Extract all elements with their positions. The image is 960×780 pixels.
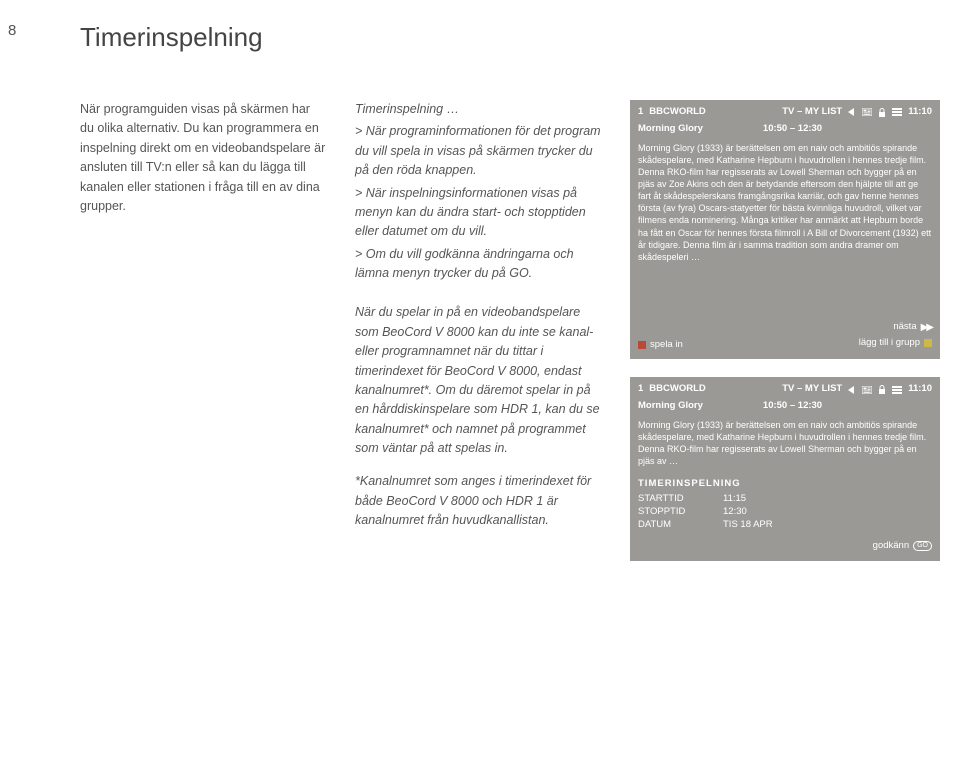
panel-header: 1 BBCWORLD TV – MY LIST 11:10	[638, 383, 932, 396]
panel-header: 1 BBCWORLD TV – MY LIST 11:10	[638, 106, 932, 119]
timer-title: TIMERINSPELNING	[638, 478, 932, 491]
timer-key: STOPPTID	[638, 506, 723, 519]
record-action[interactable]: spela in	[638, 339, 683, 352]
panel-actions: spela in nästa ▶▶ lägg till i grupp	[638, 321, 932, 351]
footnote-text: *Kanalnumret som anges i timerindexet fö…	[355, 472, 602, 530]
channel-name: BBCWORLD	[649, 106, 705, 119]
clock: 11:10	[908, 383, 932, 396]
timer-row-stop[interactable]: STOPPTID 12:30	[638, 506, 932, 519]
note-text: När du spelar in på en videobandspelare …	[355, 303, 602, 458]
program-line: Morning Glory 10:50 – 12:30	[638, 123, 932, 136]
add-group-label: lägg till i grupp	[859, 337, 920, 350]
list-label: TV – MY LIST	[782, 106, 842, 119]
column-screens: 1 BBCWORLD TV – MY LIST 11:10	[630, 100, 940, 579]
page-title: Timerinspelning	[80, 22, 263, 53]
instruction-2: > När inspelningsinformationen visas på …	[355, 184, 602, 242]
tv-screen-program-info: 1 BBCWORLD TV – MY LIST 11:10	[630, 100, 940, 359]
timer-value: TIS 18 APR	[723, 519, 773, 532]
timer-key: STARTTID	[638, 493, 723, 506]
list-icon	[892, 386, 902, 394]
add-to-group-action[interactable]: lägg till i grupp	[859, 337, 932, 350]
intro-text: När programguiden visas på skärmen har d…	[80, 100, 327, 216]
program-name: Morning Glory	[638, 400, 703, 413]
timer-block: TIMERINSPELNING STARTTID 11:15 STOPPTID …	[638, 478, 932, 553]
next-action[interactable]: nästa ▶▶	[859, 321, 932, 335]
column-intro: När programguiden visas på skärmen har d…	[80, 100, 327, 579]
instruction-3: > Om du vill godkänna ändringarna och lä…	[355, 245, 602, 284]
timer-key: DATUM	[638, 519, 723, 532]
approve-label: godkänn	[873, 540, 909, 553]
timer-row-date[interactable]: DATUM TIS 18 APR	[638, 519, 932, 532]
list-icon	[892, 108, 902, 116]
tv-screen-timer-recording: 1 BBCWORLD TV – MY LIST 11:10	[630, 377, 940, 560]
content-columns: När programguiden visas på skärmen har d…	[80, 100, 940, 579]
program-time: 10:50 – 12:30	[763, 400, 822, 413]
fast-forward-icon: ▶▶	[921, 321, 932, 335]
lock-icon	[878, 108, 886, 117]
list-label: TV – MY LIST	[782, 383, 842, 396]
page-number: 8	[8, 22, 16, 39]
go-button-icon: GO	[913, 541, 932, 551]
channel-number: 1	[638, 383, 643, 396]
instruction-1: > När programinformationen för det progr…	[355, 122, 602, 180]
teletext-icon	[862, 108, 872, 116]
timer-row-start[interactable]: STARTTID 11:15	[638, 493, 932, 506]
next-label: nästa	[893, 321, 916, 334]
program-line: Morning Glory 10:50 – 12:30	[638, 400, 932, 413]
red-button-icon	[638, 341, 646, 349]
program-description: Morning Glory (1933) är berättelsen om e…	[638, 419, 932, 468]
program-name: Morning Glory	[638, 123, 703, 136]
left-arrow-icon	[848, 386, 856, 394]
teletext-icon	[862, 386, 872, 394]
channel-number: 1	[638, 106, 643, 119]
left-arrow-icon	[848, 108, 856, 116]
approve-action[interactable]: godkänn GO	[638, 540, 932, 553]
timer-value: 11:15	[723, 493, 746, 506]
clock: 11:10	[908, 106, 932, 119]
yellow-button-icon	[924, 339, 932, 347]
program-description: Morning Glory (1933) är berättelsen om e…	[638, 142, 932, 263]
column-instructions: Timerinspelning … > När programinformati…	[355, 100, 602, 579]
lock-icon	[878, 385, 886, 394]
record-label: spela in	[650, 339, 683, 352]
section-label: Timerinspelning …	[355, 100, 602, 119]
channel-name: BBCWORLD	[649, 383, 705, 396]
program-time: 10:50 – 12:30	[763, 123, 822, 136]
timer-value: 12:30	[723, 506, 747, 519]
